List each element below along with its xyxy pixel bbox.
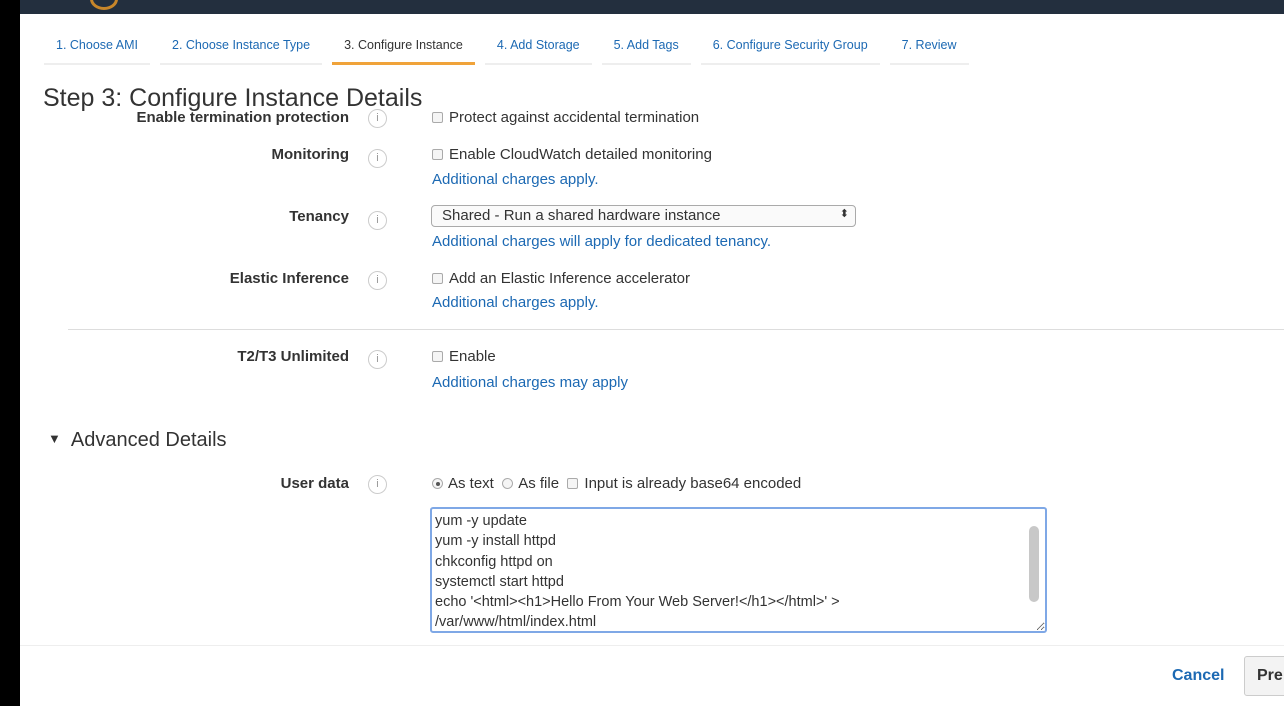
tab-configure-security-group[interactable]: 6. Configure Security Group (700, 34, 880, 65)
footer-divider (20, 645, 1284, 646)
t2t3-option-label: Enable (449, 348, 496, 365)
tenancy-select[interactable]: Shared - Run a shared hardware instance ⬍ (431, 205, 856, 227)
radio-selected-icon[interactable] (432, 478, 443, 489)
t2t3-label: T2/T3 Unlimited (237, 348, 349, 365)
advanced-details-heading: Advanced Details (70, 429, 227, 451)
elastic-option-label: Add an Elastic Inference accelerator (449, 270, 690, 287)
as-file-radio[interactable]: As file (502, 475, 559, 492)
radio-icon[interactable] (502, 478, 514, 489)
as-text-radio[interactable]: As text (432, 475, 494, 492)
info-icon[interactable]: i (368, 475, 387, 494)
termination-checkbox[interactable]: Protect against accidental termination (432, 109, 699, 126)
caret-down-icon: ▼ (48, 431, 61, 446)
tenancy-charges-link[interactable]: Additional charges will apply for dedica… (432, 233, 771, 250)
monitoring-charges-link[interactable]: Additional charges apply. (432, 171, 599, 188)
termination-option-label: Protect against accidental termination (449, 109, 700, 126)
wizard-steps: 1. Choose AMI 2. Choose Instance Type 3.… (44, 34, 979, 65)
tenancy-selected-value: Shared - Run a shared hardware instance (442, 207, 721, 224)
info-icon[interactable]: i (368, 271, 387, 290)
monitoring-label: Monitoring (271, 146, 349, 163)
base64-checkbox[interactable]: Input is already base64 encoded (567, 475, 801, 492)
tab-choose-ami[interactable]: 1. Choose AMI (44, 34, 150, 65)
tab-choose-instance-type[interactable]: 2. Choose Instance Type (160, 34, 323, 65)
as-text-label: As text (448, 475, 494, 492)
select-arrows-icon: ⬍ (839, 208, 849, 220)
base64-label: Input is already base64 encoded (584, 475, 802, 492)
page: 1. Choose AMI 2. Choose Instance Type 3.… (20, 0, 1284, 706)
page-title: Step 3: Configure Instance Details (43, 84, 423, 112)
user-data-label: User data (280, 475, 349, 492)
info-icon[interactable]: i (368, 211, 387, 230)
user-data-options: As text As file Input is already base64 … (432, 475, 801, 492)
t2t3-checkbox[interactable]: Enable (432, 348, 496, 365)
checkbox-icon[interactable] (432, 351, 443, 362)
aws-logo (90, 0, 118, 10)
monitoring-option-label: Enable CloudWatch detailed monitoring (449, 146, 712, 163)
textarea-scrollbar[interactable] (1029, 526, 1039, 602)
tab-add-storage[interactable]: 4. Add Storage (484, 34, 592, 65)
tab-configure-instance[interactable]: 3. Configure Instance (332, 34, 475, 65)
checkbox-icon[interactable] (432, 149, 443, 160)
tab-review[interactable]: 7. Review (889, 34, 969, 65)
elastic-inference-label: Elastic Inference (229, 270, 349, 287)
as-file-label: As file (518, 475, 560, 492)
advanced-details-toggle[interactable]: ▼ Advanced Details (48, 429, 227, 452)
checkbox-icon[interactable] (432, 112, 443, 123)
user-data-textarea[interactable] (430, 507, 1047, 633)
info-icon[interactable]: i (368, 149, 387, 168)
checkbox-icon[interactable] (567, 478, 579, 489)
previous-button[interactable]: Pre (1244, 656, 1284, 696)
monitoring-checkbox[interactable]: Enable CloudWatch detailed monitoring (432, 146, 712, 163)
elastic-inference-checkbox[interactable]: Add an Elastic Inference accelerator (432, 270, 690, 287)
tab-add-tags[interactable]: 5. Add Tags (601, 34, 691, 65)
t2t3-charges-link[interactable]: Additional charges may apply (432, 374, 628, 391)
checkbox-icon[interactable] (432, 273, 443, 284)
elastic-charges-link[interactable]: Additional charges apply. (432, 294, 599, 311)
divider (68, 329, 1284, 330)
top-nav-bar (20, 0, 1284, 14)
info-icon[interactable]: i (368, 350, 387, 369)
tenancy-label: Tenancy (289, 208, 349, 225)
cancel-button[interactable]: Cancel (1172, 667, 1224, 685)
